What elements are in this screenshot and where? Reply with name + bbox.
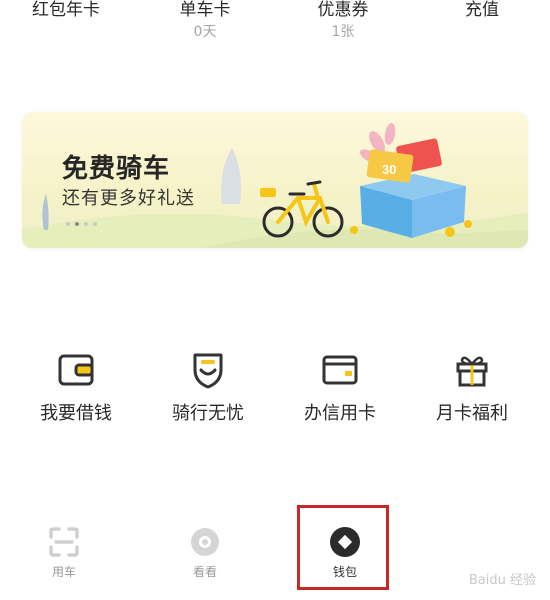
bottom-nav: 用车 看看 钱包 — [0, 505, 550, 600]
coupon-amount: 30 — [382, 162, 396, 177]
eye-icon — [191, 528, 219, 556]
stat-redpacket-card[interactable]: 红包年卡 — [6, 0, 126, 22]
feature-ride-insurance[interactable]: 骑行无忧 — [153, 348, 263, 426]
feature-monthly-card-perks[interactable]: 月卡福利 — [417, 348, 527, 426]
carousel-dot[interactable] — [66, 222, 70, 226]
wallet-stats-row: 红包年卡 单车卡 0天 优惠券 1张 充值 — [0, 0, 550, 60]
wallet-icon — [58, 354, 94, 386]
stat-label: 红包年卡 — [32, 0, 100, 20]
feature-credit-card[interactable]: 办信用卡 — [285, 348, 395, 426]
feature-label: 骑行无忧 — [172, 403, 244, 424]
carousel-dot[interactable] — [93, 222, 97, 226]
carousel-dot[interactable] — [84, 222, 88, 226]
watermark: Baidu 经验 — [468, 573, 536, 588]
highlight-annotation-box — [297, 505, 389, 590]
scan-icon — [49, 527, 79, 557]
promo-banner[interactable]: 30 免费骑车 还有更多好礼送 — [22, 112, 528, 248]
nav-label: 看看 — [192, 565, 217, 579]
banner-subtitle: 还有更多好礼送 — [62, 188, 195, 209]
stat-value: 0天 — [193, 24, 217, 40]
stat-bike-card[interactable]: 单车卡 0天 — [145, 0, 265, 41]
nav-tab-explore[interactable]: 看看 — [165, 525, 245, 580]
stat-label: 优惠券 — [317, 0, 369, 20]
nav-tab-ride[interactable]: 用车 — [24, 525, 104, 580]
stat-coupons[interactable]: 优惠券 1张 — [283, 0, 403, 41]
feature-label: 我要借钱 — [40, 403, 112, 424]
carousel-indicator[interactable] — [66, 222, 97, 226]
feature-label: 月卡福利 — [436, 403, 508, 424]
feature-borrow-money[interactable]: 我要借钱 — [21, 348, 131, 426]
nav-label: 用车 — [51, 565, 76, 579]
gift-icon — [456, 356, 488, 387]
stat-recharge[interactable]: 充值 — [422, 0, 542, 22]
stat-label: 充值 — [465, 0, 499, 20]
carousel-dot-active[interactable] — [75, 222, 79, 226]
credit-card-icon — [322, 355, 358, 385]
banner-title: 免费骑车 — [62, 154, 171, 184]
stat-label: 单车卡 — [179, 0, 231, 20]
feature-label: 办信用卡 — [304, 403, 376, 424]
shield-icon — [193, 353, 223, 389]
stat-value: 1张 — [331, 24, 355, 40]
